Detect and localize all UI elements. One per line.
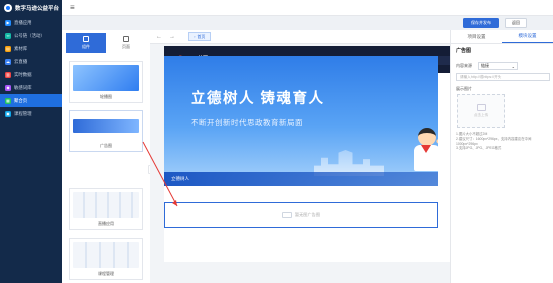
tab-label: 页面 xyxy=(122,44,130,49)
tab-pages[interactable]: 页面 xyxy=(106,33,146,53)
cloud-icon: ☁ xyxy=(5,58,11,65)
sidebar: 数字马迹公益平台 ▶ 直播应用 ∞ 公号链（活动） ▤ 素材库 ☁ 云直播 ▥ … xyxy=(0,0,62,283)
sidebar-item-materials[interactable]: ▤ 素材库 xyxy=(0,42,62,55)
sidebar-item-label: 公号链（活动） xyxy=(14,32,45,38)
menu-toggle-icon[interactable]: ≡ xyxy=(70,4,75,12)
sidebar-item-label: 直播应用 xyxy=(14,19,32,25)
page-icon: ▦ xyxy=(5,97,11,104)
shield-icon: ◆ xyxy=(5,84,11,91)
settings-title: 广告图 xyxy=(456,48,472,54)
folder-icon: ▤ xyxy=(5,45,11,52)
image-placeholder-icon xyxy=(281,212,292,218)
sidebar-item-live[interactable]: ▶ 直播应用 xyxy=(0,16,62,29)
sidebar-item-cloud-live[interactable]: ☁ 云直播 xyxy=(0,55,62,68)
component-carousel[interactable]: 轮播图 xyxy=(69,61,143,103)
ad-image-dropzone[interactable]: 暂无图广告图 xyxy=(164,202,438,228)
sidebar-item-aggregate-page[interactable]: ▦ 聚合页 xyxy=(0,94,62,107)
components-panel: 组件 页面 轮播图 广告图 直播应用 课程管理 xyxy=(62,30,150,283)
pages-icon xyxy=(123,36,129,42)
link-input[interactable]: 请输入http://或https://开头 xyxy=(456,73,550,81)
carousel-thumbnail xyxy=(73,65,139,91)
brand: 数字马迹公益平台 xyxy=(0,0,62,16)
tab-module-settings[interactable]: 模块设置 xyxy=(502,30,553,43)
chart-icon: ▥ xyxy=(5,71,11,78)
save-and-publish-button[interactable]: 保存并发布 xyxy=(463,18,499,28)
chevron-down-icon: ⌄ xyxy=(511,63,515,69)
student-illustration xyxy=(408,128,438,176)
live-icon: ▶ xyxy=(5,19,11,26)
book-icon: ▣ xyxy=(5,110,11,117)
page-tab-label: 首页 xyxy=(197,33,206,39)
settings-tabs: 项目设置 模块设置 xyxy=(451,30,553,44)
settings-panel: 项目设置 模块设置 广告图 内容来源 链接 ⌄ 请输入http://或https… xyxy=(450,30,553,283)
ad-placeholder-text: 暂无图广告图 xyxy=(294,212,321,217)
return-button[interactable]: 返回 xyxy=(505,18,527,28)
sidebar-item-label: 敏感词库 xyxy=(14,84,32,90)
tab-label: 组件 xyxy=(82,44,90,49)
sidebar-item-label: 课程管理 xyxy=(14,110,32,116)
tab-components[interactable]: 组件 xyxy=(66,33,106,53)
image-upload[interactable]: 点击上传 xyxy=(457,94,505,128)
sidebar-item-label: 素材库 xyxy=(14,45,28,51)
upload-note: 3.支持JPG、JPG、JPEG格式 xyxy=(456,146,502,151)
component-label: 广告图 xyxy=(100,143,112,148)
sidebar-item-label: 云直播 xyxy=(14,58,28,64)
tab-project-settings[interactable]: 项目设置 xyxy=(451,30,502,43)
component-course-management[interactable]: 课程管理 xyxy=(69,238,143,280)
page-tab-icon: ▫ xyxy=(194,34,196,39)
upload-label: 点击上传 xyxy=(473,113,489,117)
course-thumbnail xyxy=(73,242,139,268)
upload-note: 2.建议尺寸：1600px*296px，支持内容建议在中间1000px*296p… xyxy=(456,136,532,146)
link-icon: ∞ xyxy=(5,32,11,39)
component-ad-image[interactable]: 广告图 xyxy=(69,110,143,152)
sidebar-item-courses[interactable]: ▣ 课程管理 xyxy=(0,107,62,120)
upload-notes: 1.图片大小不超过2M 2.建议尺寸：1600px*296px，支持内容建议在中… xyxy=(456,132,550,151)
back-arrow-icon[interactable]: ← xyxy=(156,34,162,40)
brand-logo-icon xyxy=(4,4,12,12)
sidebar-item-sensitive-words[interactable]: ◆ 敏感词库 xyxy=(0,81,62,94)
hero-title: 立德树人 铸魂育人 xyxy=(191,91,325,107)
editor-canvas: ← → ▫ 首页 🎓︎ 首页 课程 请输入关键字 立德树人 铸魂育人 不断开创新… xyxy=(150,30,452,283)
component-label: 课程管理 xyxy=(98,271,114,276)
sidebar-item-label: 实时数据 xyxy=(14,71,32,77)
live-app-thumbnail xyxy=(73,192,139,218)
hero-subtitle: 不断开创新时代思政教育新局面 xyxy=(191,118,303,127)
brand-title: 数字马迹公益平台 xyxy=(15,6,60,12)
components-icon xyxy=(83,36,89,42)
source-label: 内容来源 xyxy=(456,63,472,68)
component-label: 直播应用 xyxy=(98,221,114,226)
hero-banner[interactable]: 立德树人 铸魂育人 不断开创新时代思政教育新局面 立德树人 xyxy=(164,56,438,186)
tab-home-page[interactable]: ▫ 首页 xyxy=(188,32,212,41)
image-label: 展示图片 xyxy=(456,86,472,91)
sidebar-item-activity-link[interactable]: ∞ 公号链（活动） xyxy=(0,29,62,42)
hero-caption: 立德树人 xyxy=(164,172,438,186)
ad-image-thumbnail xyxy=(73,119,139,133)
sidebar-item-realtime-data[interactable]: ▥ 实时数据 xyxy=(0,68,62,81)
source-value: 链接 xyxy=(481,63,489,68)
upload-image-icon xyxy=(476,104,486,111)
top-bar: ≡ xyxy=(62,0,553,16)
component-live-app[interactable]: 直播应用 xyxy=(69,188,143,230)
sidebar-item-label: 聚合页 xyxy=(14,97,28,103)
source-select[interactable]: 链接 ⌄ xyxy=(478,62,518,70)
component-label: 轮播图 xyxy=(100,94,112,99)
forward-arrow-icon[interactable]: → xyxy=(169,34,175,40)
page-tabstrip: ← → ▫ 首页 xyxy=(150,30,450,44)
